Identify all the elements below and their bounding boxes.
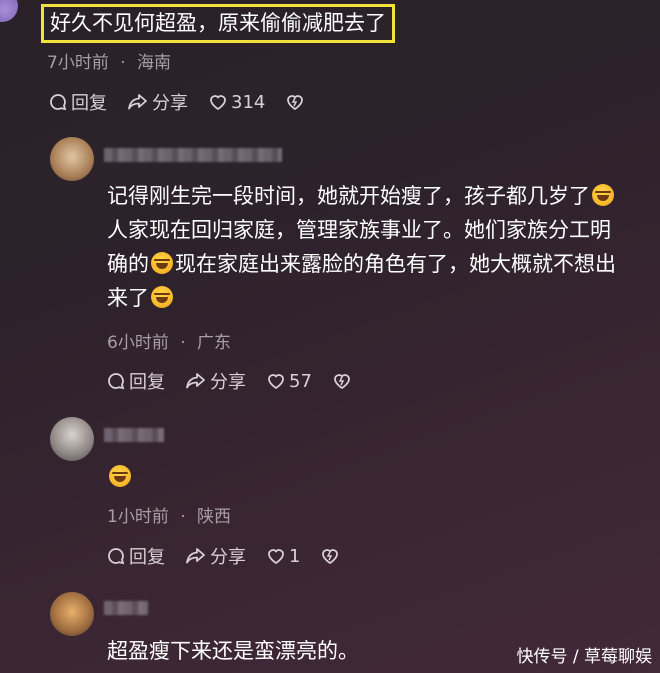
- share-icon: [186, 548, 205, 564]
- dislike-button[interactable]: [332, 371, 355, 391]
- reply-1-text: 记得刚生完一段时间，她就开始瘦了，孩子都几岁了 人家现在回归家庭，管理家族事业了…: [107, 179, 652, 315]
- top-comment-text: 好久不见何超盈，原来偷偷减肥去了: [41, 4, 395, 43]
- reply-button[interactable]: 回复: [48, 89, 107, 115]
- reply-icon: [108, 373, 125, 390]
- share-icon: [128, 94, 147, 110]
- reply-label: 回复: [71, 93, 107, 114]
- reply-label: 回复: [129, 372, 165, 393]
- share-button[interactable]: 分享: [185, 543, 246, 569]
- reply-button[interactable]: 回复: [106, 543, 165, 569]
- like-button[interactable]: 314: [208, 92, 265, 113]
- dislike-heart-icon: [334, 374, 350, 390]
- reply-3-avatar[interactable]: [50, 592, 94, 636]
- reply-3-username[interactable]: [104, 601, 148, 615]
- laughing-tears-emoji: [151, 252, 173, 274]
- top-comment-time: 7小时前: [47, 53, 109, 73]
- reply-1-line-2: 人家现在回归家庭，管理家族事业了。她们家族分工明: [107, 218, 611, 242]
- like-count: 1: [289, 545, 301, 567]
- reply-2-actions: 回复 分享 1: [106, 543, 363, 569]
- watermark: 快传号 / 草莓聊娱: [516, 647, 652, 667]
- reply-2-location: 陕西: [197, 507, 232, 527]
- dislike-button[interactable]: [320, 546, 343, 566]
- like-button[interactable]: 57: [266, 371, 312, 392]
- top-comment-actions: 回复 分享 314: [48, 89, 328, 115]
- reply-1-actions: 回复 分享 57: [106, 368, 375, 394]
- dislike-heart-icon: [322, 549, 339, 565]
- top-commenter-avatar[interactable]: [0, 0, 18, 22]
- share-button[interactable]: 分享: [127, 89, 188, 115]
- like-button[interactable]: 1: [266, 546, 300, 567]
- reply-2-meta: 1小时前 · 陕西: [107, 502, 231, 527]
- reply-2-text: [107, 460, 133, 494]
- like-count: 57: [289, 370, 312, 392]
- reply-icon: [50, 94, 67, 111]
- meta-separator: ·: [180, 333, 186, 353]
- reply-2-time: 1小时前: [107, 507, 169, 527]
- top-comment-location: 海南: [137, 53, 172, 73]
- laughing-tears-emoji: [151, 286, 173, 308]
- reply-2-username[interactable]: [104, 428, 164, 442]
- heart-icon: [268, 549, 284, 565]
- reply-1-line-3a: 确的: [107, 252, 149, 276]
- reply-1-time: 6小时前: [107, 333, 169, 353]
- like-count: 314: [231, 91, 266, 113]
- reply-icon: [108, 548, 125, 565]
- reply-1-line-3b: 现在家庭出来露脸的角色有了，她大概就不想出: [175, 252, 616, 276]
- reply-label: 回复: [129, 547, 165, 568]
- reply-3-text: 超盈瘦下来还是蛮漂亮的。: [107, 639, 359, 663]
- heart-icon: [210, 95, 226, 111]
- reply-1-line-1: 记得刚生完一段时间，她就开始瘦了，孩子都几岁了: [107, 184, 590, 208]
- dislike-button[interactable]: [285, 92, 308, 112]
- share-button[interactable]: 分享: [185, 368, 246, 394]
- share-label: 分享: [210, 547, 246, 568]
- reply-2-avatar[interactable]: [50, 417, 94, 461]
- meta-separator: ·: [180, 507, 186, 527]
- laughing-tears-emoji: [109, 465, 131, 487]
- reply-button[interactable]: 回复: [106, 368, 165, 394]
- reply-1-meta: 6小时前 · 广东: [107, 328, 231, 353]
- heart-icon: [268, 374, 284, 390]
- top-comment-meta: 7小时前 · 海南: [47, 48, 171, 73]
- reply-1-line-4: 来了: [107, 286, 149, 310]
- dislike-heart-icon: [287, 95, 304, 111]
- share-icon: [186, 373, 205, 389]
- reply-1-username[interactable]: [104, 148, 282, 162]
- share-label: 分享: [210, 372, 246, 393]
- laughing-tears-emoji: [592, 184, 614, 206]
- reply-1-location: 广东: [197, 333, 232, 353]
- reply-1-avatar[interactable]: [50, 137, 94, 181]
- share-label: 分享: [152, 93, 188, 114]
- meta-separator: ·: [120, 53, 126, 73]
